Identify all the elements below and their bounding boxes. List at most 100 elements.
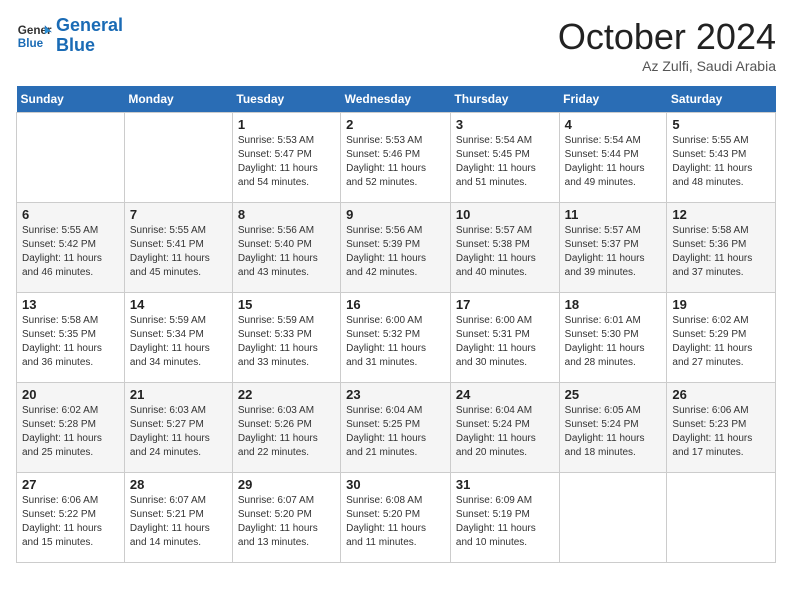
day-number: 7: [130, 207, 227, 222]
day-number: 11: [565, 207, 662, 222]
calendar-cell: 18 Sunrise: 6:01 AMSunset: 5:30 PMDayligh…: [559, 293, 667, 383]
day-number: 2: [346, 117, 445, 132]
calendar-cell: 27 Sunrise: 6:06 AMSunset: 5:22 PMDayligh…: [17, 473, 125, 563]
weekday-header: Monday: [124, 86, 232, 113]
day-info: Sunrise: 5:56 AMSunset: 5:39 PMDaylight:…: [346, 224, 445, 280]
calendar-cell: [17, 113, 125, 203]
day-info: Sunrise: 6:03 AMSunset: 5:27 PMDaylight:…: [130, 404, 227, 460]
calendar-cell: 14 Sunrise: 5:59 AMSunset: 5:34 PMDayligh…: [124, 293, 232, 383]
day-number: 31: [456, 477, 554, 492]
day-number: 13: [22, 297, 119, 312]
calendar-body: 1 Sunrise: 5:53 AMSunset: 5:47 PMDaylight…: [17, 113, 776, 563]
weekday-header: Thursday: [450, 86, 559, 113]
logo-icon: General Blue: [16, 18, 52, 54]
day-number: 4: [565, 117, 662, 132]
day-number: 21: [130, 387, 227, 402]
day-info: Sunrise: 5:59 AMSunset: 5:33 PMDaylight:…: [238, 314, 335, 370]
calendar-cell: 15Sunrise: 5:59 AMSunset: 5:33 PMDayligh…: [232, 293, 340, 383]
weekday-header: Sunday: [17, 86, 125, 113]
day-info: Sunrise: 6:06 AMSunset: 5:22 PMDaylight:…: [22, 494, 119, 550]
calendar-cell: 29 Sunrise: 6:07 AMSunset: 5:20 PMDayligh…: [232, 473, 340, 563]
day-info: Sunrise: 5:57 AMSunset: 5:38 PMDaylight:…: [456, 224, 554, 280]
calendar-cell: 21 Sunrise: 6:03 AMSunset: 5:27 PMDayligh…: [124, 383, 232, 473]
day-number: 24: [456, 387, 554, 402]
calendar-cell: 10 Sunrise: 5:57 AMSunset: 5:38 PMDayligh…: [450, 203, 559, 293]
day-info: Sunrise: 5:59 AMSunset: 5:34 PMDaylight:…: [130, 314, 227, 370]
day-info: Sunrise: 6:01 AMSunset: 5:30 PMDaylight:…: [565, 314, 662, 370]
day-number: 14: [130, 297, 227, 312]
calendar-cell: 4 Sunrise: 5:54 AMSunset: 5:44 PMDaylight…: [559, 113, 667, 203]
day-info: Sunrise: 5:58 AMSunset: 5:35 PMDaylight:…: [22, 314, 119, 370]
calendar-cell: 26 Sunrise: 6:06 AMSunset: 5:23 PMDayligh…: [667, 383, 776, 473]
calendar-cell: 30 Sunrise: 6:08 AMSunset: 5:20 PMDayligh…: [341, 473, 451, 563]
calendar-cell: 24Sunrise: 6:04 AMSunset: 5:24 PMDayligh…: [450, 383, 559, 473]
calendar-header: SundayMondayTuesdayWednesdayThursdayFrid…: [17, 86, 776, 113]
calendar-cell: 13 Sunrise: 5:58 AMSunset: 5:35 PMDayligh…: [17, 293, 125, 383]
svg-text:Blue: Blue: [18, 37, 44, 50]
calendar-cell: 23 Sunrise: 6:04 AMSunset: 5:25 PMDayligh…: [341, 383, 451, 473]
weekday-header: Tuesday: [232, 86, 340, 113]
month-title: October 2024: [558, 16, 776, 58]
day-number: 27: [22, 477, 119, 492]
day-number: 5: [672, 117, 770, 132]
calendar-cell: [559, 473, 667, 563]
day-number: 18: [565, 297, 662, 312]
day-info: Sunrise: 5:55 AMSunset: 5:41 PMDaylight:…: [130, 224, 227, 280]
calendar-cell: 19Sunrise: 6:02 AMSunset: 5:29 PMDayligh…: [667, 293, 776, 383]
calendar-cell: 6Sunrise: 5:55 AMSunset: 5:42 PMDaylight…: [17, 203, 125, 293]
day-info: Sunrise: 6:06 AMSunset: 5:23 PMDaylight:…: [672, 404, 770, 460]
day-info: Sunrise: 6:03 AMSunset: 5:26 PMDaylight:…: [238, 404, 335, 460]
logo: General Blue General Blue: [16, 16, 123, 56]
calendar-cell: 2 Sunrise: 5:53 AMSunset: 5:46 PMDaylight…: [341, 113, 451, 203]
day-number: 22: [238, 387, 335, 402]
day-info: Sunrise: 5:54 AMSunset: 5:44 PMDaylight:…: [565, 134, 662, 190]
logo-text-line2: Blue: [56, 36, 123, 56]
day-number: 8: [238, 207, 335, 222]
calendar-cell: 11Sunrise: 5:57 AMSunset: 5:37 PMDayligh…: [559, 203, 667, 293]
calendar-cell: [124, 113, 232, 203]
day-info: Sunrise: 6:07 AMSunset: 5:21 PMDaylight:…: [130, 494, 227, 550]
calendar-cell: 1 Sunrise: 5:53 AMSunset: 5:47 PMDaylight…: [232, 113, 340, 203]
calendar-cell: 17Sunrise: 6:00 AMSunset: 5:31 PMDayligh…: [450, 293, 559, 383]
day-number: 1: [238, 117, 335, 132]
title-block: October 2024 Az Zulfi, Saudi Arabia: [558, 16, 776, 74]
weekday-header: Saturday: [667, 86, 776, 113]
day-number: 9: [346, 207, 445, 222]
day-number: 28: [130, 477, 227, 492]
calendar-cell: 20Sunrise: 6:02 AMSunset: 5:28 PMDayligh…: [17, 383, 125, 473]
calendar-cell: 31 Sunrise: 6:09 AMSunset: 5:19 PMDayligh…: [450, 473, 559, 563]
day-info: Sunrise: 5:56 AMSunset: 5:40 PMDaylight:…: [238, 224, 335, 280]
day-info: Sunrise: 5:55 AMSunset: 5:42 PMDaylight:…: [22, 224, 119, 280]
calendar-cell: [667, 473, 776, 563]
calendar-cell: 25Sunrise: 6:05 AMSunset: 5:24 PMDayligh…: [559, 383, 667, 473]
calendar-cell: 7 Sunrise: 5:55 AMSunset: 5:41 PMDaylight…: [124, 203, 232, 293]
day-number: 29: [238, 477, 335, 492]
day-number: 26: [672, 387, 770, 402]
day-info: Sunrise: 6:07 AMSunset: 5:20 PMDaylight:…: [238, 494, 335, 550]
calendar-cell: 9 Sunrise: 5:56 AMSunset: 5:39 PMDaylight…: [341, 203, 451, 293]
page-header: General Blue General Blue October 2024 A…: [16, 16, 776, 74]
day-info: Sunrise: 6:04 AMSunset: 5:25 PMDaylight:…: [346, 404, 445, 460]
day-info: Sunrise: 5:54 AMSunset: 5:45 PMDaylight:…: [456, 134, 554, 190]
day-info: Sunrise: 6:00 AMSunset: 5:31 PMDaylight:…: [456, 314, 554, 370]
weekday-header: Friday: [559, 86, 667, 113]
day-info: Sunrise: 6:02 AMSunset: 5:29 PMDaylight:…: [672, 314, 770, 370]
day-info: Sunrise: 5:53 AMSunset: 5:47 PMDaylight:…: [238, 134, 335, 190]
day-number: 25: [565, 387, 662, 402]
day-number: 23: [346, 387, 445, 402]
weekday-header: Wednesday: [341, 86, 451, 113]
day-number: 10: [456, 207, 554, 222]
calendar-cell: 12 Sunrise: 5:58 AMSunset: 5:36 PMDayligh…: [667, 203, 776, 293]
calendar-table: SundayMondayTuesdayWednesdayThursdayFrid…: [16, 86, 776, 563]
day-number: 30: [346, 477, 445, 492]
day-number: 12: [672, 207, 770, 222]
day-info: Sunrise: 6:08 AMSunset: 5:20 PMDaylight:…: [346, 494, 445, 550]
day-number: 16: [346, 297, 445, 312]
calendar-cell: 22 Sunrise: 6:03 AMSunset: 5:26 PMDayligh…: [232, 383, 340, 473]
logo-text-line1: General: [56, 16, 123, 36]
calendar-cell: 3Sunrise: 5:54 AMSunset: 5:45 PMDaylight…: [450, 113, 559, 203]
day-info: Sunrise: 6:09 AMSunset: 5:19 PMDaylight:…: [456, 494, 554, 550]
day-info: Sunrise: 5:53 AMSunset: 5:46 PMDaylight:…: [346, 134, 445, 190]
day-info: Sunrise: 5:58 AMSunset: 5:36 PMDaylight:…: [672, 224, 770, 280]
calendar-cell: 16Sunrise: 6:00 AMSunset: 5:32 PMDayligh…: [341, 293, 451, 383]
